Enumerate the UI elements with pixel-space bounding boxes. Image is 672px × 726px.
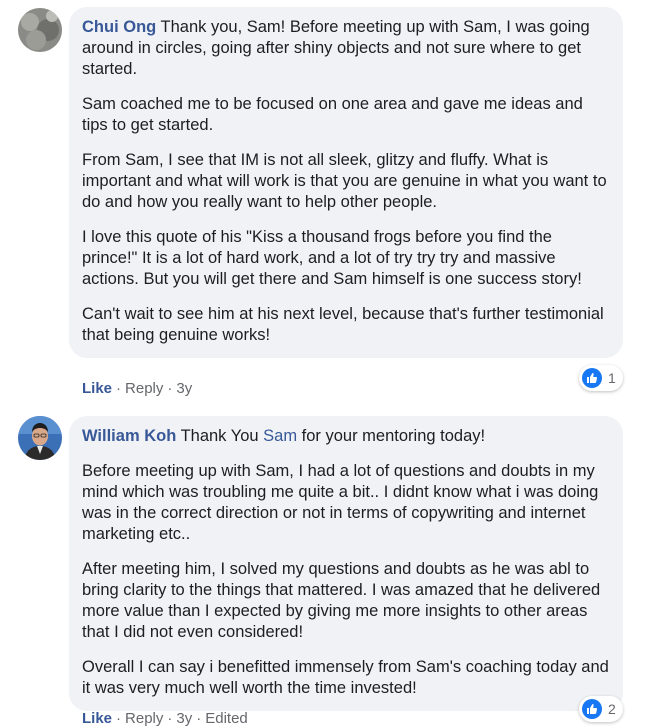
reply-button[interactable]: Reply [125, 710, 163, 726]
like-button[interactable]: Like [82, 710, 112, 726]
comment-paragraph: After meeting him, I solved my questions… [82, 560, 601, 641]
avatar[interactable] [18, 416, 62, 460]
edited-label[interactable]: Edited [205, 710, 248, 726]
comment-paragraph: Before meeting up with Sam, I had a lot … [82, 462, 599, 543]
comment-intro-continued: for your mentoring today! [297, 427, 486, 445]
comment-intro: Thank You [176, 427, 264, 445]
comment-paragraph: Can't wait to see him at his next level,… [82, 305, 604, 344]
thumbs-up-icon [582, 699, 602, 719]
reaction-count: 1 [608, 370, 616, 386]
comment-intro: Thank you, Sam! Before meeting up with S… [82, 18, 590, 78]
comment-text: William Koh Thank You Sam for your mento… [82, 426, 610, 447]
like-button[interactable]: Like [82, 380, 112, 397]
comment-paragraph: Sam coached me to be focused on one area… [82, 95, 583, 134]
comment-text: Chui Ong Thank you, Sam! Before meeting … [82, 17, 610, 80]
timestamp[interactable]: 3y [176, 710, 192, 726]
comment-paragraph: From Sam, I see that IM is not all sleek… [82, 151, 607, 211]
comment-paragraph: I love this quote of his "Kiss a thousan… [82, 228, 582, 288]
reaction-count: 2 [608, 701, 616, 717]
reply-button[interactable]: Reply [125, 380, 163, 397]
comment-bubble: Chui Ong Thank you, Sam! Before meeting … [69, 7, 623, 358]
avatar[interactable] [18, 8, 62, 52]
thumbs-up-icon [582, 368, 602, 388]
comment-bubble: William Koh Thank You Sam for your mento… [69, 416, 623, 711]
mention-link[interactable]: Sam [263, 427, 297, 445]
comment-actions: Like · Reply · 3y [82, 380, 193, 397]
reaction-summary[interactable]: 2 [579, 696, 623, 722]
comment-actions: Like · Reply · 3y · Edited [82, 710, 248, 726]
comment-author[interactable]: William Koh [82, 427, 176, 445]
timestamp[interactable]: 3y [176, 380, 192, 397]
comment-author[interactable]: Chui Ong [82, 18, 156, 36]
comment-paragraph: Overall I can say i benefitted immensely… [82, 658, 609, 697]
reaction-summary[interactable]: 1 [579, 365, 623, 391]
